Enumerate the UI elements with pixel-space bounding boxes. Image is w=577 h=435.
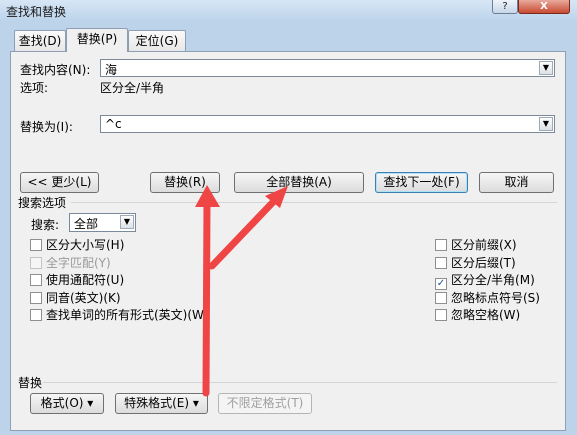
option-label: 区分前缀(X) — [451, 238, 517, 252]
tab-replace[interactable]: 替换(P) — [66, 28, 128, 52]
find-label: 查找内容(N): — [20, 63, 91, 77]
search-direction-select[interactable]: 全部 ▼ — [69, 213, 136, 232]
checkbox-icon — [30, 274, 42, 286]
cancel-button[interactable]: 取消 — [479, 172, 554, 193]
find-input[interactable]: 海 ▼ — [100, 59, 555, 77]
close-button[interactable]: X — [518, 0, 570, 14]
search-direction-value: 全部 — [74, 217, 99, 231]
option-label: 同音(英文)(K) — [46, 290, 121, 305]
replace-value: ^c — [105, 117, 122, 131]
replace-input[interactable]: ^c ▼ — [100, 115, 555, 133]
options-label: 选项: — [20, 81, 49, 95]
checkbox-icon — [435, 291, 447, 304]
checkbox-icon — [435, 239, 447, 251]
window-title: 查找和替换 — [6, 5, 67, 19]
find-value: 海 — [105, 63, 118, 77]
less-button[interactable]: << 更少(L) — [20, 172, 99, 193]
option-checkbox: 全字匹配(Y) — [30, 254, 111, 270]
option-checkbox[interactable]: 区分前缀(X) — [435, 236, 517, 252]
options-value: 区分全/半角 — [100, 81, 165, 95]
option-checkbox[interactable]: 使用通配符(U) — [30, 271, 124, 287]
replace-all-button[interactable]: 全部替换(A) — [234, 172, 364, 193]
replace-panel: 查找内容(N): 海 ▼ 选项: 区分全/半角 替换为(I): ^c ▼ << … — [10, 51, 566, 431]
option-label: 查找单词的所有形式(英文)(W) — [46, 308, 209, 322]
replace-button[interactable]: 替换(R) — [150, 172, 220, 193]
option-checkbox[interactable]: 区分大小写(H) — [30, 236, 124, 252]
tab-find[interactable]: 查找(D) — [14, 30, 66, 52]
checkbox-icon — [30, 291, 42, 304]
search-label: 搜索: — [31, 218, 60, 232]
option-label: 区分全/半角(M) — [451, 273, 535, 287]
option-checkbox[interactable]: 同音(英文)(K) — [30, 289, 121, 305]
option-label: 区分大小写(H) — [46, 238, 125, 252]
chevron-down-icon[interactable]: ▼ — [120, 215, 134, 229]
no-format-button: 不限定格式(T) — [218, 393, 312, 414]
divider — [71, 202, 557, 203]
option-label: 忽略标点符号(S) — [451, 290, 540, 305]
option-label: 使用通配符(U) — [46, 273, 125, 287]
tab-goto[interactable]: 定位(G) — [128, 30, 186, 52]
checkbox-icon — [435, 256, 447, 269]
search-options-heading: 搜索选项 — [18, 196, 67, 210]
option-checkbox[interactable]: 区分后缀(T) — [435, 254, 516, 270]
chevron-down-icon[interactable]: ▼ — [539, 117, 553, 131]
option-checkbox[interactable]: 查找单词的所有形式(英文)(W) — [30, 306, 209, 322]
help-button[interactable]: ? — [492, 0, 518, 14]
option-checkbox[interactable]: 忽略空格(W) — [435, 306, 520, 322]
checkbox-icon — [30, 309, 42, 321]
option-checkbox[interactable]: ✓ 区分全/半角(M) — [435, 271, 535, 290]
format-button[interactable]: 格式(O) ▾ — [30, 393, 104, 414]
title-bar: 查找和替换 ? X — [0, 0, 577, 22]
divider — [43, 382, 557, 383]
checkbox-icon — [30, 256, 42, 269]
checkbox-icon — [435, 309, 447, 321]
checkbox-icon — [30, 239, 42, 251]
replace-section-heading: 替换 — [18, 376, 43, 390]
option-label: 忽略空格(W) — [451, 308, 521, 322]
find-next-button[interactable]: 查找下一处(F) — [375, 172, 468, 193]
option-checkbox[interactable]: 忽略标点符号(S) — [435, 289, 540, 305]
replace-label: 替换为(I): — [20, 120, 73, 134]
chevron-down-icon[interactable]: ▼ — [539, 61, 553, 75]
option-label: 区分后缀(T) — [451, 255, 516, 270]
option-label: 全字匹配(Y) — [46, 255, 111, 270]
special-format-button[interactable]: 特殊格式(E) ▾ — [115, 393, 208, 414]
